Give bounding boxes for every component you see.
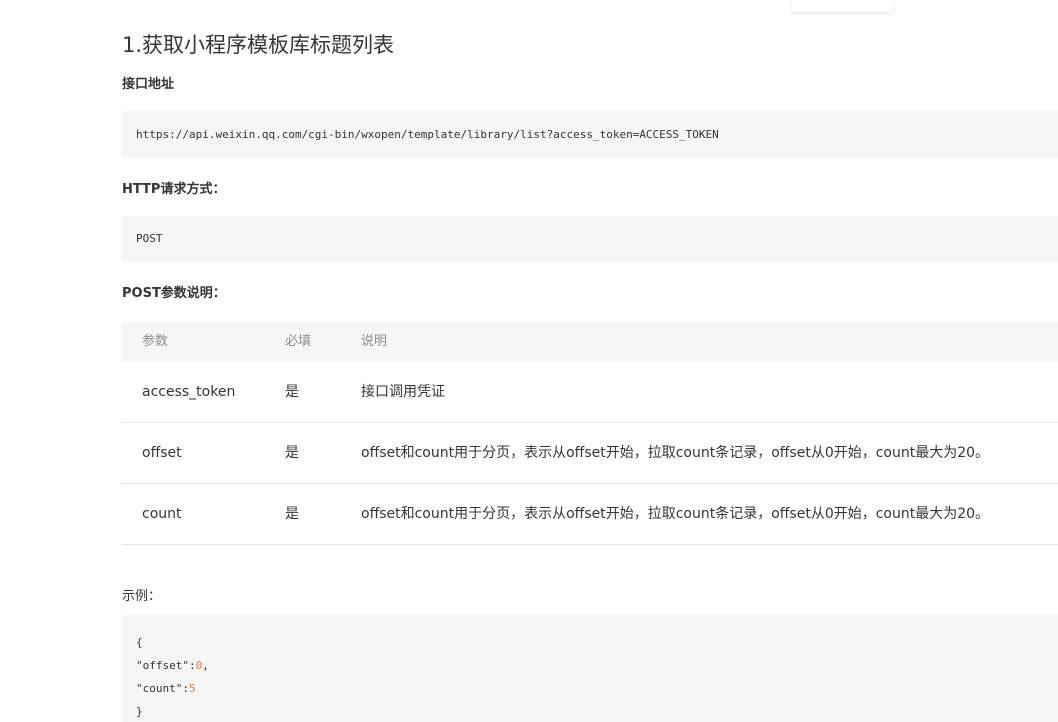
header-param: 参数 — [142, 334, 169, 349]
endpoint-url[interactable]: https://api.weixin.qq.com/cgi-bin/wxopen… — [136, 128, 719, 141]
params-table: 参数 必填 说明 access_token 是 接口调用凭证 offset 是 … — [122, 322, 1058, 545]
code-key: "offset": — [136, 659, 196, 672]
code-number: 5 — [188, 682, 196, 695]
param-name: offset — [142, 445, 182, 461]
method-heading: HTTP请求方式： — [122, 182, 226, 197]
param-required: 是 — [285, 506, 299, 522]
code-line: { — [136, 631, 1058, 654]
param-description: offset和count用于分页，表示从offset开始，拉取count条记录，… — [361, 506, 990, 522]
code-key: "count": — [136, 682, 189, 695]
code-line: } — [136, 700, 1058, 722]
params-heading: POST参数说明： — [122, 286, 226, 301]
param-name: access_token — [142, 384, 236, 400]
endpoint-heading: 接口地址 — [122, 77, 175, 92]
param-description: 接口调用凭证 — [361, 384, 445, 400]
method-code-block: POST — [122, 216, 1058, 262]
header-required: 必填 — [285, 334, 312, 349]
param-description: offset和count用于分页，表示从offset开始，拉取count条记录，… — [361, 445, 990, 461]
floating-panel — [792, 0, 893, 12]
method-value: POST — [136, 232, 163, 245]
table-row: offset 是 offset和count用于分页，表示从offset开始，拉取… — [122, 423, 1058, 484]
page: 1.获取小程序模板库标题列表 接口地址 https://api.weixin.q… — [0, 0, 1058, 722]
section-title: 1.获取小程序模板库标题列表 — [122, 33, 395, 57]
example-label: 示例： — [122, 589, 162, 604]
param-required: 是 — [285, 384, 299, 400]
code-brace-open: { — [136, 636, 143, 649]
code-line: "offset":0, — [136, 654, 1058, 677]
code-brace-close: } — [136, 705, 143, 718]
header-description: 说明 — [361, 334, 388, 349]
param-name: count — [142, 506, 182, 522]
param-required: 是 — [285, 445, 299, 461]
table-row: access_token 是 接口调用凭证 — [122, 362, 1058, 423]
example-code-block: { "offset":0, "count":5 } — [122, 615, 1058, 722]
table-header: 参数 必填 说明 — [122, 322, 1058, 362]
endpoint-code-block: https://api.weixin.qq.com/cgi-bin/wxopen… — [122, 111, 1058, 158]
code-line: "count":5 — [136, 677, 1058, 700]
table-row: count 是 offset和count用于分页，表示从offset开始，拉取c… — [122, 484, 1058, 545]
code-comma: , — [202, 659, 209, 672]
